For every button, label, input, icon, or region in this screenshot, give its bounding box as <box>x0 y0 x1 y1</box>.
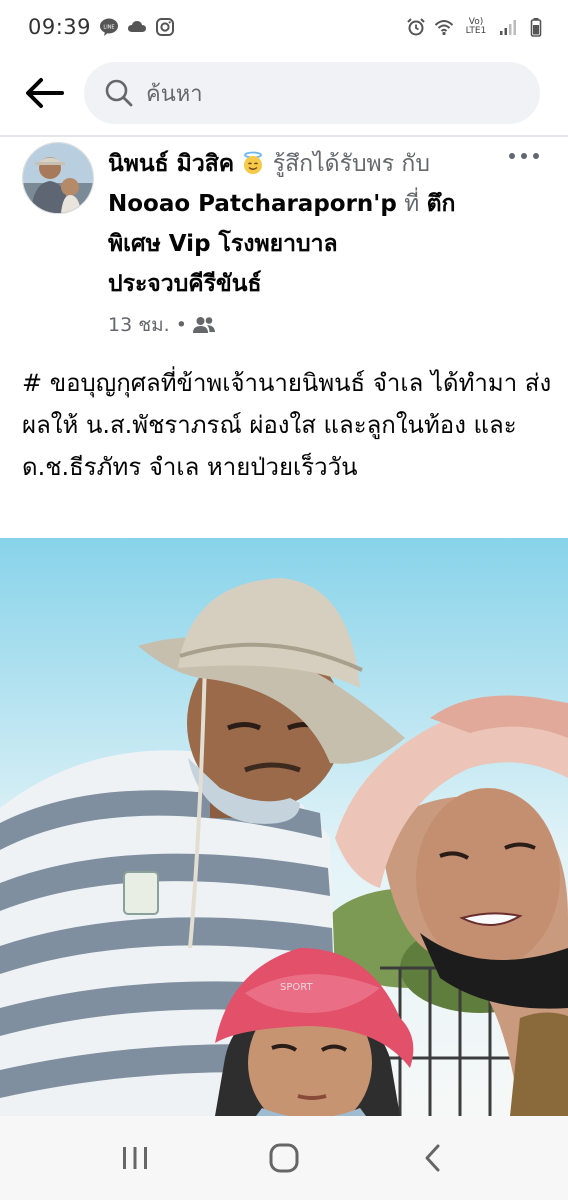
alarm-icon <box>407 18 425 36</box>
arrow-left-icon <box>26 78 64 108</box>
angel-emoji-icon <box>244 151 263 174</box>
more-dot <box>533 153 539 159</box>
navigation-bar <box>0 1116 568 1200</box>
post-meta: นิพนธ์ มิวสิค รู้สึกได้รับพร กับ Nooao P… <box>108 144 478 340</box>
svg-text:LINE: LINE <box>103 25 114 31</box>
recent-apps-icon <box>122 1147 147 1169</box>
more-dot <box>521 153 527 159</box>
signal-icon <box>500 20 516 35</box>
feeling-text: รู้สึกได้รับพร <box>272 151 395 177</box>
status-time: 09:39 <box>28 15 92 39</box>
time-separator: • <box>175 314 187 336</box>
post-time-row: 13 ชม. • <box>108 310 478 340</box>
search-placeholder: ค้นหา <box>146 81 203 107</box>
with-label: กับ <box>401 151 430 177</box>
at-label: ที่ <box>404 191 420 217</box>
line-icon: LINE <box>100 18 119 36</box>
post-photo-image: SPORT <box>0 538 568 1116</box>
post-text: # ขอบุญกุศลที่ข้าพเจ้านายนิพนธ์ จำเล ได้… <box>22 369 552 481</box>
post-photo[interactable]: SPORT <box>0 538 568 1116</box>
chevron-left-icon <box>425 1144 440 1172</box>
post-headline: นิพนธ์ มิวสิค รู้สึกได้รับพร กับ Nooao P… <box>108 144 478 304</box>
battery-icon <box>530 18 542 37</box>
avatar[interactable] <box>22 142 94 214</box>
header-divider <box>0 135 568 137</box>
author-name[interactable]: นิพนธ์ มิวสิค <box>108 151 234 177</box>
avatar-photo <box>23 143 93 213</box>
instagram-icon <box>156 18 175 36</box>
post-timestamp[interactable]: 13 ชม. <box>108 310 170 340</box>
search-icon <box>105 79 133 107</box>
status-right: Vo) LTE1 <box>406 17 546 37</box>
back-nav-button[interactable] <box>403 1128 463 1188</box>
more-dot <box>509 153 515 159</box>
home-button[interactable] <box>254 1128 314 1188</box>
recent-apps-button[interactable] <box>105 1128 165 1188</box>
svg-text:SPORT: SPORT <box>280 982 313 993</box>
search-header: ค้นหา <box>0 54 568 132</box>
tagged-person[interactable]: Nooao Patcharaporn'p <box>108 191 397 217</box>
cloud-icon <box>128 21 147 32</box>
network-label: Vo) LTE1 <box>465 17 487 36</box>
back-button[interactable] <box>18 67 70 119</box>
status-bar: 09:39 LINE Vo) LTE1 <box>0 0 568 54</box>
more-options-button[interactable] <box>504 144 544 168</box>
wifi-icon <box>434 20 454 36</box>
status-left: 09:39 LINE <box>28 15 175 39</box>
friends-icon <box>192 317 215 333</box>
search-input[interactable]: ค้นหา <box>84 62 540 124</box>
home-icon <box>269 1143 299 1173</box>
